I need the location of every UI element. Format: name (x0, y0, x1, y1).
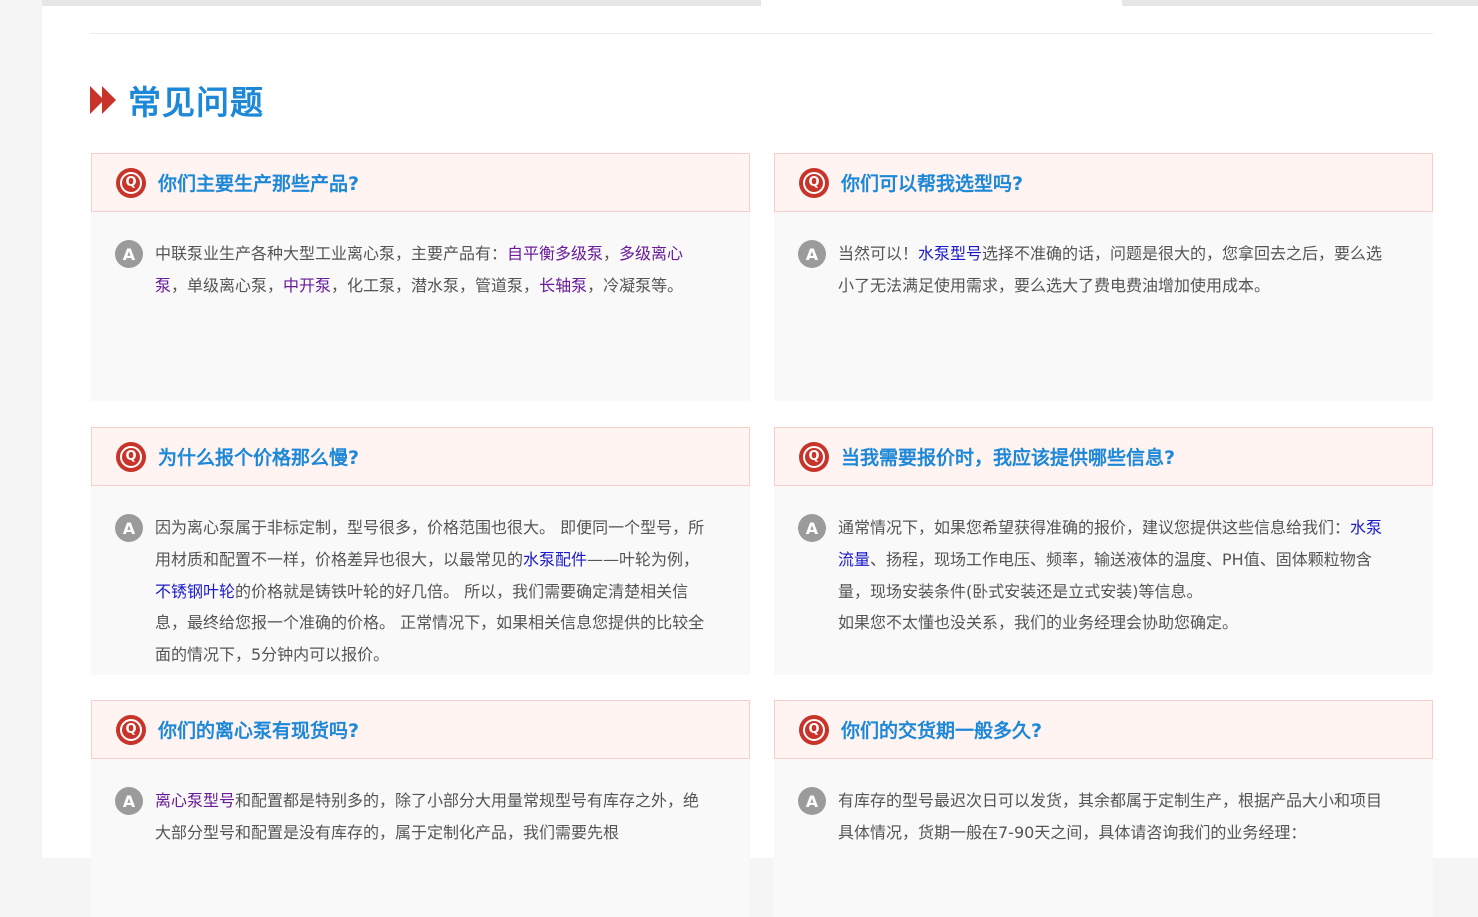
answer-badge-icon: A (798, 240, 826, 268)
faq-question-text: 你们的离心泵有现货吗? (158, 720, 360, 742)
faq-card: Q 当我需要报价时，我应该提供哪些信息? A 通常情况下，如果您希望获得准确的报价，建… (774, 427, 1433, 675)
faq-question[interactable]: Q 你们可以帮我选型吗? (774, 153, 1433, 212)
answer-link[interactable]: 离心泵型号 (155, 791, 235, 810)
question-badge-icon: Q (116, 167, 146, 198)
answer-text-segment: 有库存的型号最迟次日可以发货，其余都属于定制生产，根据产品大小和项目具体情况，货… (838, 791, 1383, 842)
answer-text-segment: ， (603, 244, 620, 263)
answer-text-segment: 和配置都是特别多的，除了小部分大用量常规型号有库存之外，绝大部分型号和配置是没有… (155, 791, 700, 842)
question-badge-letter: Q (125, 175, 137, 190)
answer-link[interactable]: 长轴泵 (539, 276, 587, 295)
question-badge-icon: Q (799, 714, 829, 745)
answer-text-segment: ——叶轮为例， (587, 549, 700, 569)
faq-answer-text: 中联泵业生产各种大型工业离心泵，主要产品有：自平衡多级泵，多级离心泵，单级离心泵… (155, 238, 710, 302)
faq-card: Q 你们的离心泵有现货吗? A 离心泵型号和配置都是特别多的，除了小部分大用量常规型号… (91, 700, 750, 917)
faq-question[interactable]: Q 为什么报个价格那么慢? (91, 427, 750, 486)
faq-question-text: 当我需要报价时，我应该提供哪些信息? (841, 447, 1176, 469)
faq-answer: A 离心泵型号和配置都是特别多的，除了小部分大用量常规型号有库存之外，绝大部分型号… (91, 759, 750, 917)
top-tab-1[interactable] (42, 0, 761, 6)
faq-card: Q 你们可以帮我选型吗? A 当然可以！水泵型号选择不准确的话，问题是很大的，您拿回去… (774, 153, 1433, 401)
answer-paragraph: 因为离心泵属于非标定制，型号很多，价格范围也很大。 即便同一个型号，所用材质和配… (155, 512, 710, 671)
faq-card: Q 你们的交货期一般多久? A 有库存的型号最迟次日可以发货，其余都属于定制生产，根据… (774, 700, 1433, 917)
faq-answer-text: 通常情况下，如果您希望获得准确的报价，建议您提供这些信息给我们：水泵流量、扬程，… (838, 512, 1393, 639)
question-badge-icon: Q (799, 441, 829, 472)
question-badge-letter: Q (808, 449, 820, 464)
answer-badge-icon: A (798, 787, 826, 815)
page: 常见问题 Q 你们主要生产那些产品? A 中联泵业生产各种大型工业离心泵，主要产品有：… (42, 0, 1478, 917)
answer-text-segment: 中联泵业生产各种大型工业离心泵，主要产品有： (155, 244, 508, 263)
faq-card: Q 你们主要生产那些产品? A 中联泵业生产各种大型工业离心泵，主要产品有：自平衡多级… (91, 153, 750, 401)
answer-link[interactable]: 水泵型号 (918, 244, 982, 263)
question-badge-letter: Q (808, 175, 820, 190)
answer-link[interactable]: 水泵配件 (523, 550, 587, 569)
answer-paragraph: 有库存的型号最迟次日可以发货，其余都属于定制生产，根据产品大小和项目具体情况，货… (838, 785, 1393, 849)
answer-text-segment: 通常情况下，如果您希望获得准确的报价，建议您提供这些信息给我们： (838, 518, 1351, 537)
answer-badge-icon: A (115, 787, 143, 815)
faq-question[interactable]: Q 你们的交货期一般多久? (774, 700, 1433, 759)
faq-answer: A 因为离心泵属于非标定制，型号很多，价格范围也很大。 即便同一个型号，所用材质和… (91, 486, 750, 675)
question-badge-icon: Q (116, 714, 146, 745)
answer-paragraph: 如果您不太懂也没关系，我们的业务经理会协助您确定。 (838, 607, 1393, 639)
answer-text-segment: ，单级离心泵， (171, 275, 284, 295)
answer-paragraph: 离心泵型号和配置都是特别多的，除了小部分大用量常规型号有库存之外，绝大部分型号和… (155, 785, 710, 849)
double-chevron-right-icon (90, 86, 116, 114)
question-badge-letter: Q (808, 722, 820, 737)
answer-text-segment: 的价格就是铸铁叶轮的好几倍。 所以，我们需要确定清楚相关信息，最终给您报一个准确… (155, 581, 705, 665)
faq-question[interactable]: Q 你们主要生产那些产品? (91, 153, 750, 212)
answer-badge-icon: A (115, 514, 143, 542)
answer-link[interactable]: 自平衡多级泵 (507, 244, 603, 263)
answer-paragraph: 当然可以！水泵型号选择不准确的话，问题是很大的，您拿回去之后，要么选小了无法满足… (838, 238, 1393, 302)
faq-answer: A 当然可以！水泵型号选择不准确的话，问题是很大的，您拿回去之后，要么选小了无法满… (774, 212, 1433, 401)
faq-answer-text: 离心泵型号和配置都是特别多的，除了小部分大用量常规型号有库存之外，绝大部分型号和… (155, 785, 710, 849)
faq-question-text: 你们的交货期一般多久? (841, 720, 1043, 742)
divider (90, 33, 1433, 34)
answer-text-segment: 当然可以！ (838, 244, 919, 263)
section-title: 常见问题 (128, 83, 264, 122)
faq-question-text: 为什么报个价格那么慢? (158, 447, 360, 469)
faq-question[interactable]: Q 你们的离心泵有现货吗? (91, 700, 750, 759)
faq-answer-text: 因为离心泵属于非标定制，型号很多，价格范围也很大。 即便同一个型号，所用材质和配… (155, 512, 710, 671)
faq-question-text: 你们主要生产那些产品? (158, 173, 360, 195)
top-tab-strip (42, 0, 1478, 6)
top-tab-2[interactable] (761, 0, 1122, 6)
section-heading: 常见问题 (90, 78, 264, 122)
answer-link[interactable]: 不锈钢叶轮 (155, 582, 235, 601)
answer-text-segment: 、扬程，现场工作电压、频率，输送液体的温度、PH值、固体颗粒物含量，现场安装条件… (838, 549, 1372, 601)
answer-paragraph: 中联泵业生产各种大型工业离心泵，主要产品有：自平衡多级泵，多级离心泵，单级离心泵… (155, 238, 710, 302)
faq-answer: A 中联泵业生产各种大型工业离心泵，主要产品有：自平衡多级泵，多级离心泵，单级离心… (91, 212, 750, 401)
answer-text-segment: ，冷凝泵等。 (587, 275, 684, 295)
question-badge-letter: Q (125, 722, 137, 737)
faq-question-text: 你们可以帮我选型吗? (841, 173, 1024, 195)
faq-question[interactable]: Q 当我需要报价时，我应该提供哪些信息? (774, 427, 1433, 486)
faq-answer: A 通常情况下，如果您希望获得准确的报价，建议您提供这些信息给我们：水泵流量、扬程… (774, 486, 1433, 675)
answer-link[interactable]: 中开泵 (283, 276, 331, 295)
faq-answer-text: 当然可以！水泵型号选择不准确的话，问题是很大的，您拿回去之后，要么选小了无法满足… (838, 238, 1393, 302)
question-badge-icon: Q (116, 441, 146, 472)
question-badge-letter: Q (125, 449, 137, 464)
answer-text-segment: 如果您不太懂也没关系，我们的业务经理会协助您确定。 (838, 613, 1239, 633)
faq-answer-text: 有库存的型号最迟次日可以发货，其余都属于定制生产，根据产品大小和项目具体情况，货… (838, 785, 1393, 849)
top-tab-3[interactable] (1122, 0, 1478, 6)
faq-card: Q 为什么报个价格那么慢? A 因为离心泵属于非标定制，型号很多，价格范围也很大。 即… (91, 427, 750, 675)
answer-badge-icon: A (798, 514, 826, 542)
answer-badge-icon: A (115, 240, 143, 268)
answer-paragraph: 通常情况下，如果您希望获得准确的报价，建议您提供这些信息给我们：水泵流量、扬程，… (838, 512, 1393, 607)
answer-text-segment: ，化工泵，潜水泵，管道泵， (331, 275, 540, 295)
question-badge-icon: Q (799, 167, 829, 198)
faq-answer: A 有库存的型号最迟次日可以发货，其余都属于定制生产，根据产品大小和项目具体情况，… (774, 759, 1433, 917)
